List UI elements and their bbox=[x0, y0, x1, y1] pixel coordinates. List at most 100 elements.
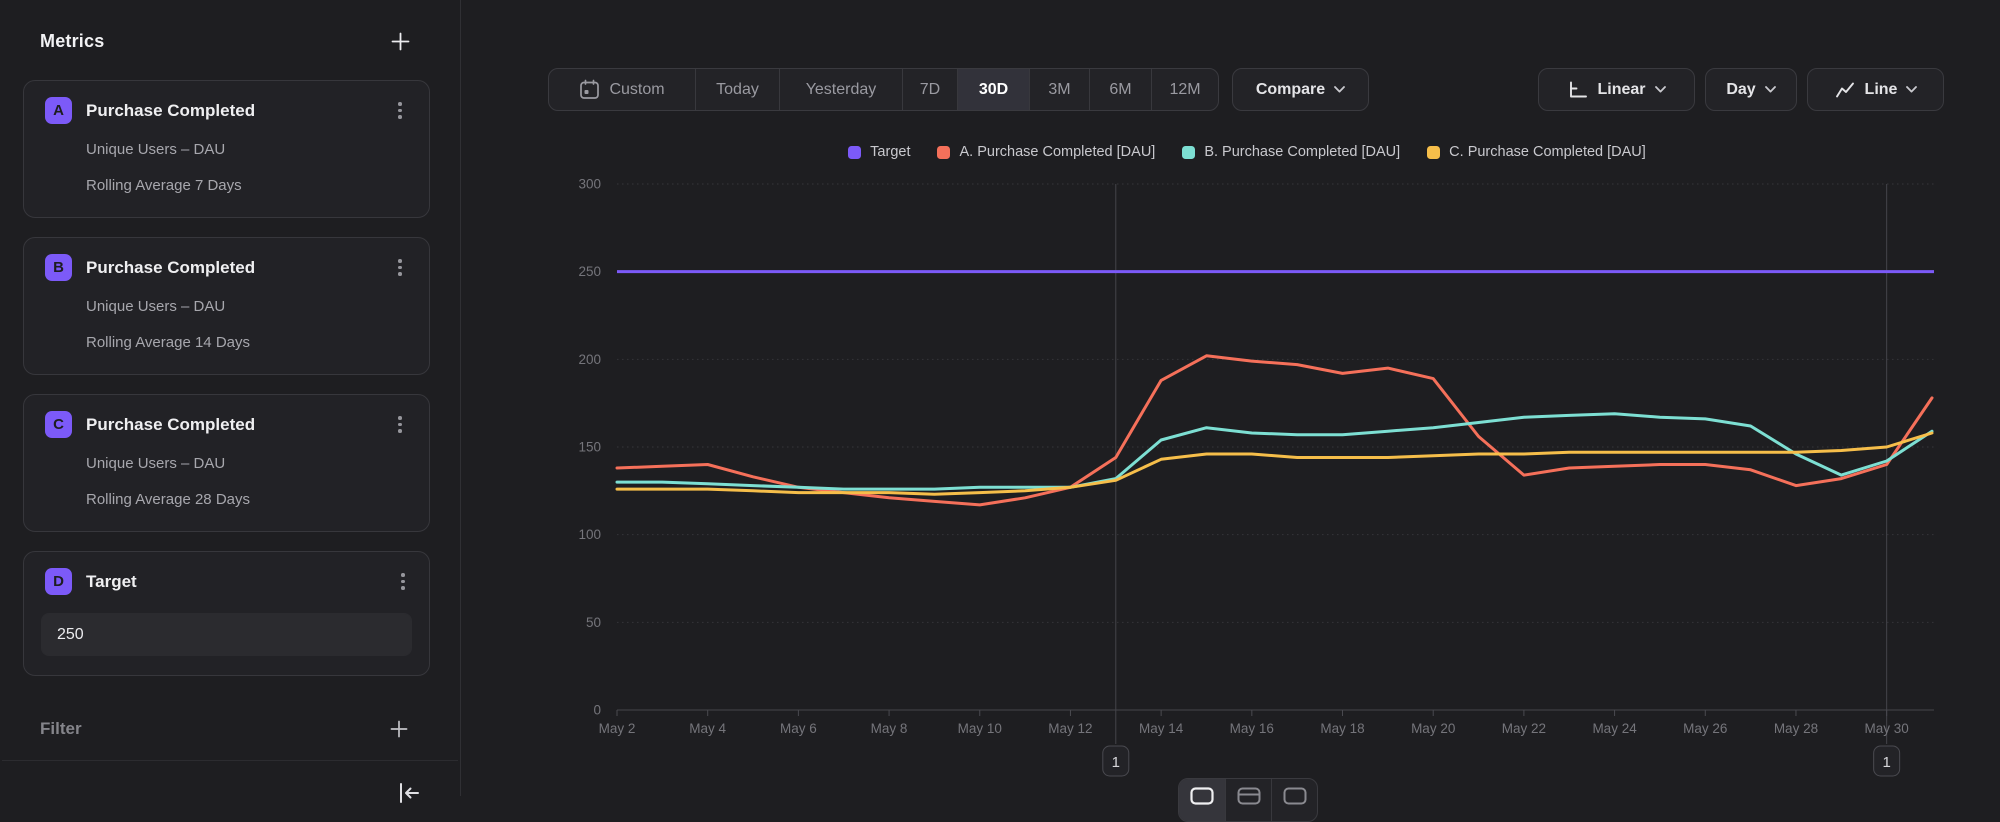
sidebar-divider bbox=[2, 760, 458, 761]
y-axis-label: 50 bbox=[586, 615, 601, 630]
compare-button[interactable]: Compare bbox=[1232, 68, 1369, 111]
chart-type-label: Line bbox=[1865, 81, 1898, 99]
metric-card-a[interactable]: A Purchase Completed Unique Users – DAU … bbox=[23, 80, 430, 218]
target-title: Target bbox=[86, 572, 394, 592]
metric-card-list: A Purchase Completed Unique Users – DAU … bbox=[23, 80, 430, 551]
view-toggle-metric[interactable] bbox=[1271, 779, 1317, 821]
metric-card-b[interactable]: B Purchase Completed Unique Users – DAU … bbox=[23, 237, 430, 375]
granularity-selector-button[interactable]: Day bbox=[1705, 68, 1797, 111]
y-axis-label: 0 bbox=[593, 703, 601, 718]
kebab-menu-icon[interactable] bbox=[391, 259, 409, 276]
chevron-down-icon bbox=[1655, 86, 1666, 93]
scale-selector-button[interactable]: Linear bbox=[1538, 68, 1695, 111]
metric-measurement: Unique Users – DAU bbox=[86, 141, 409, 158]
metric-title: Purchase Completed bbox=[86, 258, 391, 278]
table-view-icon bbox=[1237, 787, 1261, 805]
range-option-label: Custom bbox=[609, 81, 664, 99]
view-toggle-chart[interactable] bbox=[1179, 779, 1225, 821]
x-axis-label: May 4 bbox=[689, 721, 726, 736]
metric-title: Purchase Completed bbox=[86, 415, 391, 435]
collapse-left-icon bbox=[397, 781, 421, 805]
time-range-group: Custom Today Yesterday 7D 30D 3M 6M 12M bbox=[548, 68, 1219, 111]
kebab-menu-icon[interactable] bbox=[391, 102, 409, 119]
view-toggle-group bbox=[1178, 778, 1318, 822]
range-option-label: 7D bbox=[920, 81, 940, 99]
sidebar-title: Metrics bbox=[40, 31, 104, 52]
metric-title: Purchase Completed bbox=[86, 101, 391, 121]
x-axis-label: May 8 bbox=[871, 721, 908, 736]
sidebar-header: Metrics bbox=[40, 24, 410, 58]
target-card[interactable]: D Target bbox=[23, 551, 430, 676]
x-axis-label: May 26 bbox=[1683, 721, 1727, 736]
y-axis-label: 150 bbox=[578, 440, 601, 455]
y-axis-label: 300 bbox=[578, 177, 601, 192]
filter-label: Filter bbox=[40, 719, 82, 739]
metric-measurement: Unique Users – DAU bbox=[86, 298, 409, 315]
metric-card-c[interactable]: C Purchase Completed Unique Users – DAU … bbox=[23, 394, 430, 532]
range-option-label: Yesterday bbox=[806, 81, 877, 99]
x-axis-label: May 30 bbox=[1865, 721, 1909, 736]
metric-letter-chip: C bbox=[45, 411, 72, 438]
chevron-down-icon bbox=[1906, 86, 1917, 93]
add-filter-button[interactable] bbox=[390, 720, 408, 738]
chart-type-selector-button[interactable]: Line bbox=[1807, 68, 1944, 111]
range-option-label: Today bbox=[716, 81, 759, 99]
metric-rolling-average: Rolling Average 14 Days bbox=[86, 334, 409, 351]
metric-rolling-average: Rolling Average 7 Days bbox=[86, 177, 409, 194]
metrics-sidebar: Metrics A Purchase Completed Unique User… bbox=[0, 0, 460, 796]
plus-icon bbox=[391, 32, 410, 51]
y-axis-label: 100 bbox=[578, 527, 601, 542]
filter-section-header: Filter bbox=[40, 712, 408, 746]
plus-icon bbox=[390, 720, 408, 738]
range-option-label: 6M bbox=[1109, 81, 1131, 99]
x-axis-label: May 14 bbox=[1139, 721, 1184, 736]
target-value-input[interactable] bbox=[41, 613, 412, 656]
x-axis-label: May 10 bbox=[958, 721, 1002, 736]
y-axis-label: 200 bbox=[578, 352, 601, 367]
x-axis-label: May 16 bbox=[1230, 721, 1274, 736]
chevron-down-icon bbox=[1334, 86, 1345, 93]
range-option-label: 30D bbox=[979, 81, 1008, 99]
range-option-12m[interactable]: 12M bbox=[1151, 69, 1218, 110]
series-line-c bbox=[617, 433, 1932, 494]
metric-letter-chip: B bbox=[45, 254, 72, 281]
x-axis-label: May 12 bbox=[1048, 721, 1092, 736]
collapse-sidebar-button[interactable] bbox=[396, 780, 422, 806]
range-option-7d[interactable]: 7D bbox=[902, 69, 957, 110]
line-chart-icon bbox=[1834, 80, 1856, 100]
linear-axis-icon bbox=[1567, 80, 1588, 100]
range-option-custom[interactable]: Custom bbox=[549, 69, 695, 110]
chart-view-icon bbox=[1190, 787, 1214, 805]
y-axis-label: 250 bbox=[578, 264, 601, 279]
metric-letter-chip: A bbox=[45, 97, 72, 124]
kebab-menu-icon[interactable] bbox=[391, 416, 409, 433]
x-axis-label: May 24 bbox=[1592, 721, 1637, 736]
range-option-label: 12M bbox=[1169, 81, 1200, 99]
calendar-icon bbox=[579, 79, 600, 100]
range-option-30d[interactable]: 30D bbox=[957, 69, 1029, 110]
scale-label: Linear bbox=[1597, 81, 1645, 99]
x-axis-label: May 2 bbox=[599, 721, 636, 736]
range-option-today[interactable]: Today bbox=[695, 69, 779, 110]
metric-measurement: Unique Users – DAU bbox=[86, 455, 409, 472]
range-option-6m[interactable]: 6M bbox=[1089, 69, 1151, 110]
chevron-down-icon bbox=[1765, 86, 1776, 93]
compare-label: Compare bbox=[1256, 81, 1325, 99]
metric-view-icon bbox=[1283, 787, 1307, 805]
range-option-label: 3M bbox=[1048, 81, 1070, 99]
granularity-label: Day bbox=[1726, 81, 1755, 99]
x-axis-label: May 22 bbox=[1502, 721, 1546, 736]
series-line-a bbox=[617, 356, 1932, 505]
metric-rolling-average: Rolling Average 28 Days bbox=[86, 491, 409, 508]
range-option-yesterday[interactable]: Yesterday bbox=[779, 69, 902, 110]
annotation-badge-label: 1 bbox=[1882, 754, 1890, 771]
view-toggle-table[interactable] bbox=[1225, 779, 1271, 821]
range-option-3m[interactable]: 3M bbox=[1029, 69, 1089, 110]
metric-letter-chip: D bbox=[45, 568, 72, 595]
annotation-badge-label: 1 bbox=[1112, 754, 1120, 771]
x-axis-label: May 18 bbox=[1320, 721, 1364, 736]
x-axis-label: May 20 bbox=[1411, 721, 1455, 736]
line-chart[interactable]: 050100150200250300May 2May 4May 6May 8Ma… bbox=[460, 130, 2000, 796]
add-metric-button[interactable] bbox=[391, 32, 410, 51]
kebab-menu-icon[interactable] bbox=[394, 573, 412, 590]
